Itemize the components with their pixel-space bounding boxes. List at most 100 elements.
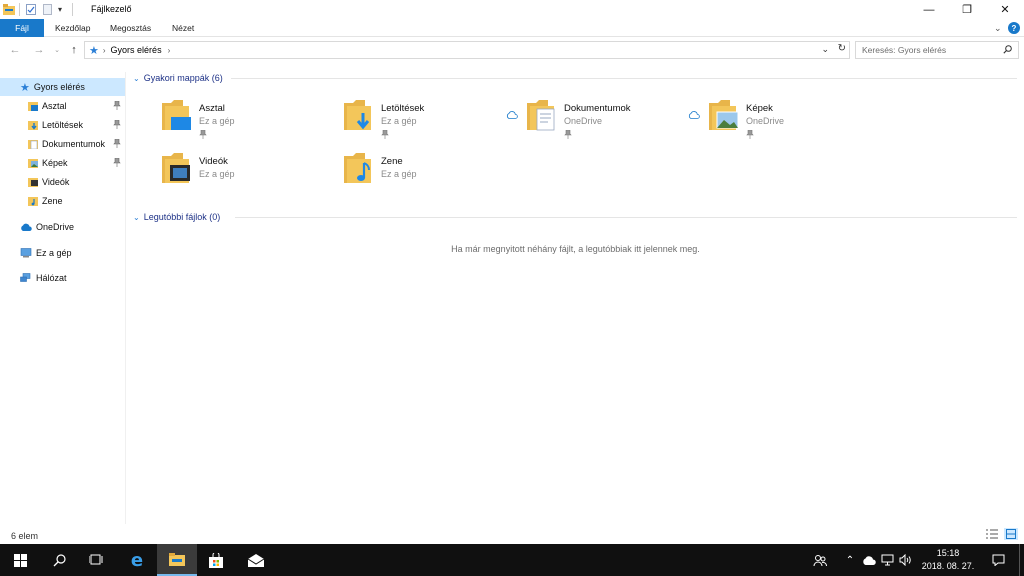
expand-ribbon-icon[interactable]: ⌄ bbox=[994, 19, 1002, 37]
sidebar-item-network[interactable]: Hálózat bbox=[0, 269, 125, 287]
sidebar-item-label: Dokumentumok bbox=[42, 139, 106, 149]
sidebar-item-label: Zene bbox=[42, 196, 63, 206]
back-button[interactable]: ← bbox=[7, 43, 23, 57]
sidebar-item-quick-access[interactable]: ★ Gyors elérés bbox=[0, 78, 125, 96]
sidebar-item-desktop[interactable]: Asztal bbox=[0, 97, 125, 115]
ribbon-tabs: Fájl Kezdőlap Megosztás Nézet ⌄ ? bbox=[0, 19, 1024, 37]
folder-tile-music[interactable]: Zene Ez a gép bbox=[337, 150, 517, 196]
search-input[interactable]: Keresés: Gyors elérés bbox=[855, 41, 1019, 59]
minimize-button[interactable]: — bbox=[910, 0, 948, 19]
folder-tile-pictures[interactable]: Képek OneDrive bbox=[688, 97, 882, 143]
store-button[interactable] bbox=[196, 544, 236, 576]
forward-button[interactable]: → bbox=[31, 43, 47, 57]
empty-recent-message: Ha már megnyitott néhány fájlt, a legutó… bbox=[451, 244, 700, 254]
videos-folder-icon bbox=[28, 178, 38, 187]
sidebar-item-label: Ez a gép bbox=[36, 248, 72, 258]
tab-view[interactable]: Nézet bbox=[172, 19, 194, 37]
tab-share[interactable]: Megosztás bbox=[110, 19, 151, 37]
large-icons-view-button[interactable] bbox=[1004, 528, 1018, 540]
taskbar: e ⌃ 15:18 2018. 08. 27. bbox=[0, 544, 1024, 576]
sidebar-item-music[interactable]: Zene bbox=[0, 192, 125, 210]
folder-tile-videos[interactable]: Videók Ez a gép bbox=[155, 150, 335, 196]
tab-file[interactable]: Fájl bbox=[0, 19, 44, 37]
store-bag-icon bbox=[209, 552, 223, 568]
windows-logo-icon bbox=[13, 553, 27, 567]
sidebar-item-this-pc[interactable]: Ez a gép bbox=[0, 244, 125, 262]
edge-icon: e bbox=[130, 549, 144, 571]
network-monitor-icon bbox=[881, 554, 893, 566]
breadcrumb-quick-access[interactable]: Gyors elérés bbox=[111, 45, 162, 55]
restore-icon: ❐ bbox=[962, 4, 972, 16]
sidebar-item-label: Asztal bbox=[42, 101, 67, 111]
network-icon bbox=[20, 273, 31, 282]
file-explorer-taskbar-button[interactable] bbox=[157, 544, 197, 576]
folder-tile-desktop[interactable]: Asztal Ez a gép bbox=[155, 97, 335, 143]
large-icons-view-icon bbox=[1006, 529, 1016, 539]
new-folder-icon[interactable] bbox=[43, 3, 52, 16]
recent-files-header[interactable]: ⌄ Legutóbbi fájlok (0) bbox=[133, 210, 220, 224]
onedrive-status-cloud-icon bbox=[688, 111, 700, 119]
chevron-up-icon: ⌃ bbox=[845, 554, 855, 566]
edge-browser-button[interactable]: e bbox=[117, 544, 157, 576]
clock[interactable]: 15:18 2018. 08. 27. bbox=[914, 547, 982, 573]
customize-toolbar-icon[interactable]: ▾ bbox=[58, 3, 62, 16]
folder-name: Letöltések bbox=[381, 103, 425, 114]
status-bar: 6 elem bbox=[0, 524, 1024, 544]
sidebar-item-pictures[interactable]: Képek bbox=[0, 154, 125, 172]
recent-locations-button[interactable]: ⌄ bbox=[49, 43, 65, 57]
show-desktop-button[interactable] bbox=[1019, 544, 1024, 576]
sidebar-item-onedrive[interactable]: OneDrive bbox=[0, 218, 125, 236]
frequent-folders-header[interactable]: ⌄ Gyakori mappák (6) bbox=[133, 71, 223, 85]
folder-location: OneDrive bbox=[746, 116, 785, 126]
search-button[interactable] bbox=[39, 544, 79, 576]
network-tray-button[interactable] bbox=[878, 544, 896, 576]
volume-tray-button[interactable] bbox=[896, 544, 914, 576]
group-title: Gyakori mappák (6) bbox=[143, 73, 223, 83]
arrow-right-icon: → bbox=[33, 44, 45, 56]
pin-icon bbox=[113, 120, 121, 129]
desktop-folder-icon bbox=[162, 100, 191, 130]
chevron-down-icon: ⌄ bbox=[133, 73, 140, 83]
folder-tile-documents[interactable]: Dokumentumok OneDrive bbox=[506, 97, 700, 143]
folder-name: Videók bbox=[199, 156, 228, 167]
search-icon bbox=[53, 553, 66, 566]
folder-name: Zene bbox=[381, 156, 403, 167]
folder-name: Képek bbox=[746, 103, 773, 114]
close-button[interactable]: ✕ bbox=[986, 0, 1024, 19]
maximize-button[interactable]: ❐ bbox=[948, 0, 986, 19]
address-bar[interactable]: ★ › Gyors elérés › ⌄ ↻ bbox=[84, 41, 850, 59]
computer-icon bbox=[20, 248, 32, 258]
details-view-button[interactable] bbox=[986, 529, 998, 541]
music-folder-icon bbox=[28, 197, 38, 206]
pictures-folder-icon bbox=[28, 159, 38, 168]
onedrive-tray-button[interactable] bbox=[860, 544, 878, 576]
folder-tile-downloads[interactable]: Letöltések Ez a gép bbox=[337, 97, 517, 143]
group-divider bbox=[235, 217, 1017, 218]
pin-icon bbox=[381, 130, 389, 139]
sidebar-item-label: Hálózat bbox=[36, 273, 67, 283]
start-button[interactable] bbox=[0, 544, 40, 576]
task-view-button[interactable] bbox=[76, 544, 116, 576]
sidebar-item-label: Letöltések bbox=[42, 120, 84, 130]
help-button[interactable]: ? bbox=[1008, 19, 1020, 37]
chevron-down-icon: ⌄ bbox=[133, 212, 140, 222]
folder-app-icon bbox=[3, 3, 15, 16]
action-center-button[interactable] bbox=[984, 544, 1012, 576]
pictures-folder-icon bbox=[709, 100, 738, 130]
folder-icon bbox=[169, 552, 185, 566]
sidebar-item-documents[interactable]: Dokumentumok bbox=[0, 135, 125, 153]
pin-icon bbox=[113, 139, 121, 148]
folder-location: Ez a gép bbox=[381, 116, 417, 126]
refresh-icon[interactable]: ↻ bbox=[838, 43, 846, 54]
up-button[interactable]: ↑ bbox=[66, 43, 82, 57]
properties-icon[interactable] bbox=[26, 3, 36, 16]
address-dropdown-icon[interactable]: ⌄ bbox=[821, 44, 829, 55]
tab-home[interactable]: Kezdőlap bbox=[55, 19, 90, 37]
people-button[interactable] bbox=[800, 544, 840, 576]
sidebar-item-label: Képek bbox=[42, 158, 68, 168]
quick-access-star-icon: ★ bbox=[89, 44, 99, 57]
sidebar-item-downloads[interactable]: Letöltések bbox=[0, 116, 125, 134]
mail-button[interactable] bbox=[236, 544, 276, 576]
show-hidden-icons-button[interactable]: ⌃ bbox=[840, 544, 860, 576]
sidebar-item-videos[interactable]: Videók bbox=[0, 173, 125, 191]
